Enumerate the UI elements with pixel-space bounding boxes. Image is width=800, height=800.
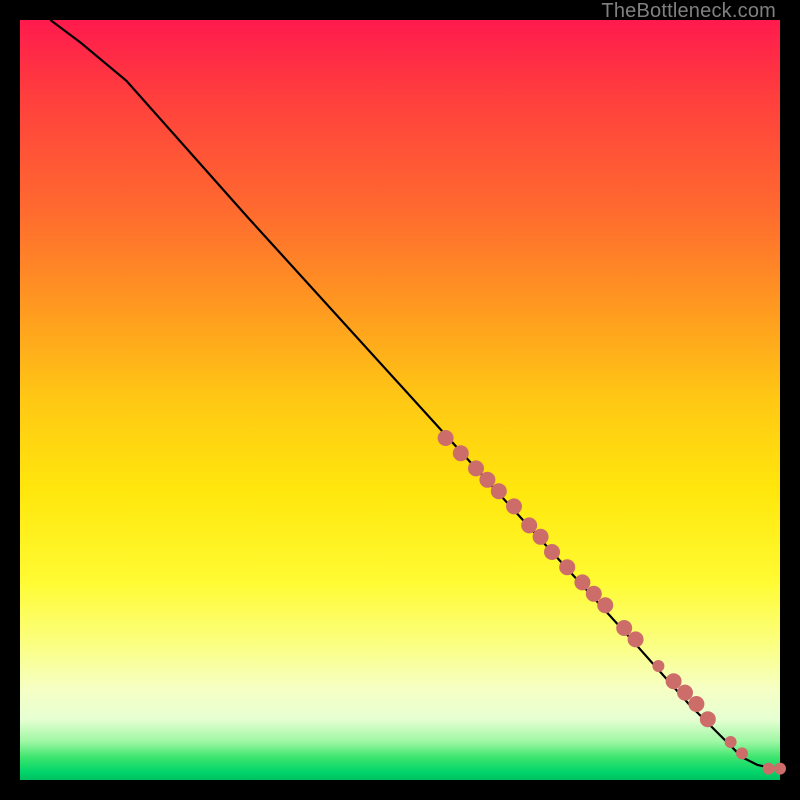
data-marker — [438, 430, 454, 446]
data-marker — [533, 529, 549, 545]
bottleneck-curve — [50, 20, 780, 769]
data-marker — [628, 631, 644, 647]
watermark-text: TheBottleneck.com — [601, 0, 776, 23]
plot-area — [20, 20, 780, 780]
data-marker — [725, 736, 737, 748]
data-marker — [468, 460, 484, 476]
data-marker — [688, 696, 704, 712]
data-marker — [736, 747, 748, 759]
data-marker — [491, 483, 507, 499]
data-marker — [559, 559, 575, 575]
data-marker — [652, 660, 664, 672]
data-marker — [574, 574, 590, 590]
curve-layer — [20, 20, 780, 780]
data-marker — [763, 763, 775, 775]
chart-stage: TheBottleneck.com — [0, 0, 800, 800]
data-marker — [700, 711, 716, 727]
data-marker — [544, 544, 560, 560]
data-marker — [774, 763, 786, 775]
marker-group — [438, 430, 786, 775]
data-marker — [479, 472, 495, 488]
data-marker — [453, 445, 469, 461]
data-marker — [506, 498, 522, 514]
data-marker — [521, 517, 537, 533]
data-marker — [597, 597, 613, 613]
data-marker — [586, 586, 602, 602]
data-marker — [666, 673, 682, 689]
data-marker — [677, 685, 693, 701]
data-marker — [616, 620, 632, 636]
